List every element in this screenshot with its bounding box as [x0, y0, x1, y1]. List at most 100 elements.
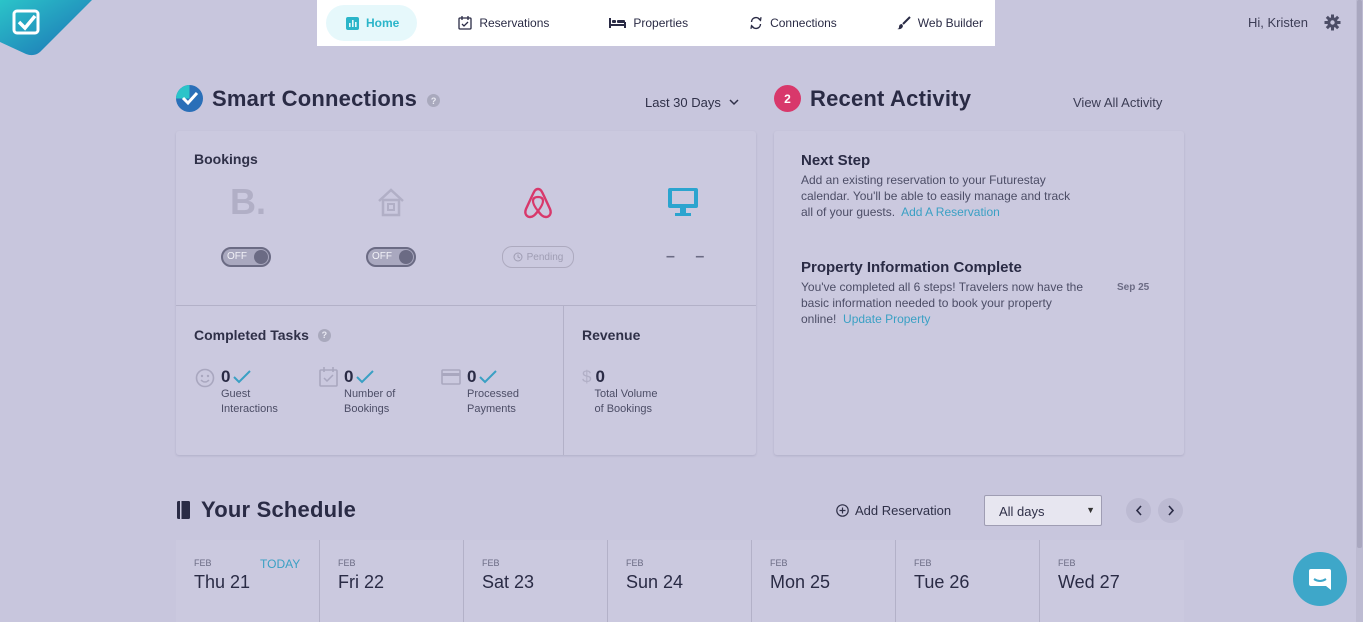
recent-activity-title: Recent Activity: [810, 85, 972, 111]
nav-web-builder[interactable]: Web Builder: [896, 5, 983, 41]
schedule-title: Your Schedule: [201, 497, 356, 522]
add-reservation-label: Add Reservation: [855, 503, 952, 518]
days-filter-select[interactable]: All days ▼: [984, 495, 1102, 526]
day-column[interactable]: FEB Sun 24: [608, 540, 752, 622]
processed-payments-value: 0: [467, 367, 477, 386]
completed-tasks-label: Completed Tasks: [194, 327, 309, 343]
page-scrollbar[interactable]: [1356, 0, 1363, 622]
nav-web-builder-label: Web Builder: [917, 16, 983, 30]
day-month: FEB: [194, 558, 212, 568]
next-step-line-3: all of your guests.: [801, 205, 896, 219]
nav-properties-label: Properties: [633, 16, 689, 30]
day-date: Thu 21: [194, 572, 251, 592]
day-date: Mon 25: [770, 572, 831, 592]
day-column[interactable]: FEB Mon 25: [752, 540, 896, 622]
chevron-right-icon: [1167, 505, 1174, 516]
booking-com-toggle[interactable]: OFF: [221, 247, 271, 267]
revenue-label: Revenue: [582, 327, 641, 343]
homeaway-logo-icon: [378, 188, 404, 217]
airbnb-pending-badge: Pending: [502, 246, 574, 268]
revenue-label-2: of Bookings: [594, 403, 652, 415]
help-icon[interactable]: ?: [317, 328, 331, 342]
scrollbar-thumb[interactable]: [1357, 0, 1362, 548]
day-month: FEB: [482, 558, 500, 568]
plus-circle-icon: [836, 504, 849, 517]
add-reservation-button[interactable]: Add Reservation: [836, 503, 951, 518]
sync-icon: [750, 16, 762, 30]
day-date: Wed 27: [1058, 572, 1120, 592]
website-status: – –: [666, 248, 713, 265]
brush-icon: [896, 16, 911, 30]
activity-count-badge: 2: [774, 85, 801, 112]
day-column[interactable]: FEB Sat 23: [464, 540, 608, 622]
recent-activity-card: Next Step Add an existing reservation to…: [774, 131, 1184, 455]
day-column[interactable]: FEB TODAY Thu 21: [176, 540, 320, 622]
property-info-line-2: basic information needed to book your pr…: [801, 296, 1052, 310]
guest-interactions-label-2: Interactions: [221, 403, 278, 415]
check-icon: [233, 370, 252, 384]
chart-icon: [346, 16, 359, 30]
day-column[interactable]: FEB Fri 22: [320, 540, 464, 622]
today-label: TODAY: [260, 557, 301, 571]
nav-reservations[interactable]: Reservations: [458, 5, 549, 41]
date-range-dropdown[interactable]: Last 30 Days: [645, 95, 739, 110]
app-logo[interactable]: [0, 0, 92, 56]
dropdown-arrow-icon: ▼: [1086, 505, 1095, 515]
nav-connections-label: Connections: [770, 16, 837, 30]
chat-icon: [1309, 569, 1331, 590]
add-a-reservation-link[interactable]: Add A Reservation: [901, 205, 1000, 219]
help-icon[interactable]: ?: [427, 94, 441, 107]
day-column[interactable]: FEB Wed 27: [1040, 540, 1184, 622]
nav-home[interactable]: Home: [326, 5, 418, 41]
guest-interactions-stat: 0 Guest Interactions: [195, 367, 278, 417]
next-step-line-1: Add an existing reservation to your Futu…: [801, 173, 1046, 187]
bookings-card: Bookings B. OFF OFF Pending – – Complete…: [176, 131, 756, 455]
property-info-title: Property Information Complete: [801, 259, 1022, 276]
nav-home-label: Home: [366, 16, 400, 30]
bookings-label: Bookings: [194, 151, 258, 167]
day-date: Sat 23: [482, 572, 535, 592]
chevron-down-icon: [729, 99, 739, 106]
number-of-bookings-value: 0: [344, 367, 354, 386]
dollar-icon: $: [582, 367, 592, 386]
next-step-line-3-row: all of your guests. Add A Reservation: [801, 204, 1070, 220]
divider: [176, 305, 756, 306]
user-greeting[interactable]: Hi, Kristen: [1248, 15, 1308, 30]
check-icon: [356, 370, 375, 384]
next-week-button[interactable]: [1158, 498, 1183, 523]
day-column[interactable]: FEB Tue 26: [896, 540, 1040, 622]
days-filter-value: All days: [999, 504, 1045, 519]
update-property-link[interactable]: Update Property: [843, 312, 930, 326]
chat-launcher-button[interactable]: [1293, 552, 1347, 606]
revenue-label-1: Total Volume: [594, 388, 658, 400]
day-month: FEB: [338, 558, 356, 568]
gear-icon[interactable]: [1324, 14, 1341, 31]
property-info-line-1: You've completed all 6 steps! Travelers …: [801, 280, 1084, 294]
smart-connections-logo-icon: [176, 85, 203, 112]
property-info-line-3-row: online! Update Property: [801, 311, 1083, 327]
processed-payments-label-2: Payments: [467, 403, 516, 415]
day-month: FEB: [1058, 558, 1076, 568]
homeaway-toggle-label: OFF: [372, 251, 392, 262]
check-icon: [479, 370, 498, 384]
day-month: FEB: [914, 558, 932, 568]
previous-week-button[interactable]: [1126, 498, 1151, 523]
calendar-check-icon: [458, 16, 472, 30]
guest-interactions-label-1: Guest: [221, 388, 251, 400]
homeaway-toggle[interactable]: OFF: [366, 247, 416, 267]
revenue-value: 0: [595, 367, 605, 386]
smart-connections-title: Smart Connections: [212, 85, 418, 111]
website-monitor-icon: [668, 188, 698, 216]
nav-properties[interactable]: Properties: [609, 5, 688, 41]
booking-com-toggle-label: OFF: [227, 251, 247, 262]
processed-payments-stat: 0 Processed Payments: [441, 367, 519, 417]
day-date: Tue 26: [914, 572, 970, 592]
clock-icon: [513, 252, 523, 262]
revenue-stat: $ 0 Total Volume of Bookings: [582, 367, 657, 417]
day-month: FEB: [626, 558, 644, 568]
view-all-activity-link[interactable]: View All Activity: [1073, 95, 1162, 110]
day-month: FEB: [770, 558, 788, 568]
nav-connections[interactable]: Connections: [749, 5, 837, 41]
activity-date: Sep 25: [1117, 282, 1150, 293]
day-date: Sun 24: [626, 572, 684, 592]
